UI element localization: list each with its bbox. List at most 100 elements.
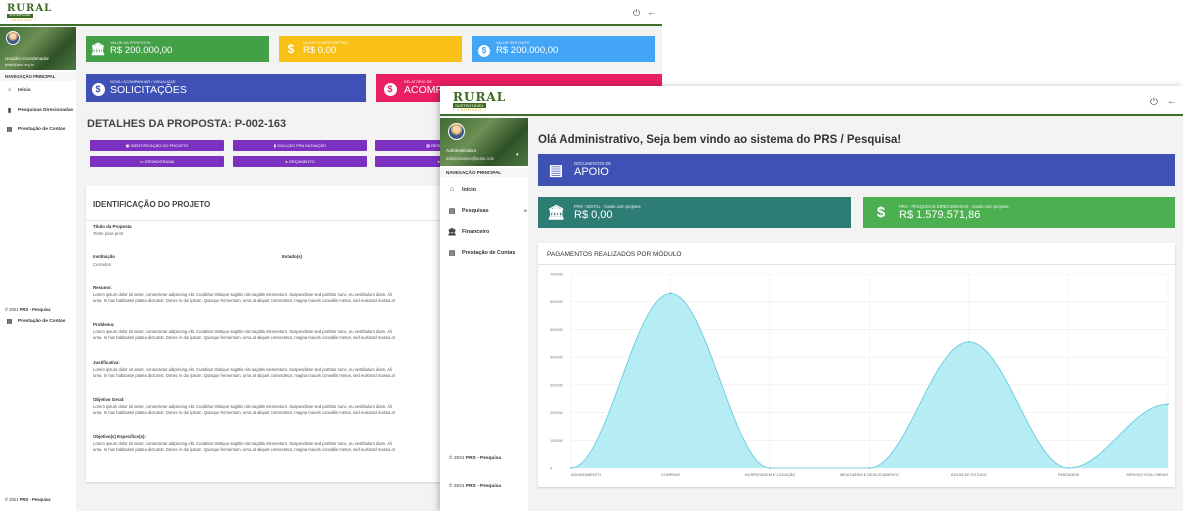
dollar-icon: $ <box>376 79 404 97</box>
footer-copyright-bottom: © 2021 PRS - Pesquisa <box>5 497 50 502</box>
section-label-problema: Problema: <box>93 322 115 327</box>
card-valor-proposta[interactable]: 🏛 VALOR DA PROPOSTA R$ 200.000,00 <box>86 36 269 62</box>
clipboard-icon: ▤ <box>448 208 456 215</box>
sidebar-item-label: Início <box>462 186 477 193</box>
profile-panel: Administrativo administrativo@teste.com … <box>440 118 528 166</box>
payments-area-chart: 0 100000 200000 300000 400000 500000 600000 700… <box>550 273 1169 477</box>
ledger-icon: ▤ <box>6 319 13 325</box>
card-label: PRS - PESQUISAS DIRECIONADAS - Gasto com… <box>899 203 1009 209</box>
bank-icon: 🏛 <box>447 229 457 236</box>
nav-header: NAVEGAÇÃO PRINCIPAL <box>0 72 76 81</box>
dollar-icon: $ <box>86 79 110 97</box>
card-value: R$ 200.000,00 <box>496 44 559 56</box>
sidebar-item-pesquisas-direcionadas[interactable]: ▮ Pesquisas Direcionadas <box>5 107 73 114</box>
field-label-instituicao: Instituição <box>93 254 115 259</box>
dollar-icon: $ <box>472 40 496 58</box>
x-tick-label: SERVIÇO E/OU OBRAS <box>1126 473 1168 477</box>
card-valor-restante[interactable]: $ VALOR RESTANTE R$ 200.000,00 <box>472 36 655 62</box>
power-icon[interactable]: ⏻ <box>633 8 640 19</box>
sidebar-item-prestacao-contas[interactable]: ▤ Prestação de Contas <box>5 126 66 133</box>
copyright-prefix: © 2021 <box>449 456 466 461</box>
logo-sub: • CERRADO • <box>7 17 37 22</box>
button-cronograma[interactable]: ▭ CRONOGRAMA <box>90 156 224 167</box>
power-icon[interactable]: ⏻ <box>1150 97 1158 108</box>
admin-screen: RURAL SUSTENTÁVEL • CERRADO • ⏻ ← Admini… <box>440 86 1183 511</box>
card-value: SOLICITAÇÕES <box>110 84 187 97</box>
card-prs-edital[interactable]: 🏛 PRS - EDITAL - Gasto com projetos R$ 0,… <box>538 197 851 228</box>
card-label: PRS - EDITAL - Gasto com projetos <box>574 203 641 209</box>
y-tick-label: 200000 <box>550 411 563 415</box>
sidebar-item-label: Prestação de Contas <box>18 319 66 324</box>
payments-chart-panel: PAGAMENTOS REALIZADOS POR MÓDULO 0 100000… <box>538 243 1175 487</box>
y-tick-label: 700000 <box>550 273 563 277</box>
y-tick-label: 300000 <box>550 383 563 387</box>
card-label: VALOR DA PROPOSTA <box>110 41 151 46</box>
field-value-instituicao: Cerrados <box>93 262 112 267</box>
home-icon: ⌂ <box>7 87 12 93</box>
proposal-title: DETALHES DA PROPOSTA: P-002-163 <box>87 118 287 130</box>
data-point <box>1067 467 1070 469</box>
sidebar-item-label: Pesquisas <box>462 208 489 214</box>
data-point <box>570 467 572 469</box>
copyright-brand: PRS - Pesquisa <box>19 497 51 502</box>
logout-arrow-icon[interactable]: ← <box>647 7 656 17</box>
copyright-brand: PRS - Pesquisa <box>465 484 502 489</box>
button-identificacao-projeto[interactable]: ▣ IDENTIFICAÇÃO DO PROJETO <box>90 140 224 151</box>
card-label: RELATÓRIO DE <box>404 79 432 84</box>
sidebar-item-label: Pesquisas Direcionadas <box>18 108 74 113</box>
card-value: R$ 200.000,00 <box>110 44 173 56</box>
button-label: ORÇAMENTO <box>288 159 315 164</box>
card-solicitacoes[interactable]: $ NOVA / ACOMPANHAR / VISUALIZAR SOLICITA… <box>86 74 366 102</box>
card-documentos-apoio[interactable]: ▤ DOCUMENTOS DE APOIO <box>538 154 1175 186</box>
sidebar-item-inicio[interactable]: ⌂ Início <box>5 87 31 93</box>
card-prs-pesquisas-direcionadas[interactable]: $ PRS - PESQUISAS DIRECIONADAS - Gasto c… <box>863 197 1175 228</box>
profile-panel: Usuário Coordenador teste@abc.org.br <box>0 27 76 70</box>
copyright-prefix: © 2021 <box>5 307 20 312</box>
sidebar-item-financeiro[interactable]: 🏛 Financeiro <box>447 228 527 236</box>
profile-name: Administrativo <box>446 149 477 154</box>
rural-sustentavel-logo[interactable]: RURAL SUSTENTÁVEL • CERRADO • <box>453 91 506 112</box>
card-label: VALOR COMPROMETIDO <box>303 41 349 46</box>
card-value: APOIO <box>574 166 609 179</box>
sidebar-item-inicio[interactable]: ⌂ Início <box>447 186 527 193</box>
card-label: NOVA / ACOMPANHAR / VISUALIZAR <box>110 79 176 84</box>
top-bar: RURAL SUSTENTÁVEL • CERRADO • ⏻ ← <box>440 86 1183 116</box>
bank-icon: 🏛 <box>547 204 565 220</box>
sidebar: Usuário Coordenador teste@abc.org.br NAV… <box>0 27 76 511</box>
sidebar-item-label: Prestação de Contas <box>18 127 66 132</box>
button-label: CRONOGRAMA <box>144 159 175 164</box>
ledger-icon: ▤ <box>6 127 13 133</box>
avatar[interactable] <box>448 123 465 140</box>
x-tick-label: MEIA DIÁRIA E DESLOCAMENTO <box>840 473 899 477</box>
sidebar-item-prestacao-contas[interactable]: ▤ Prestação de Contas <box>447 249 527 257</box>
footer-copyright-bottom: © 2021 PRS - Pesquisa <box>449 484 501 489</box>
data-point <box>968 341 970 343</box>
data-point <box>1167 403 1169 406</box>
card-value: R$ 0,00 <box>303 44 337 56</box>
button-orcamento[interactable]: ● ORÇAMENTO <box>233 156 367 167</box>
footer-nav-prestacao-contas[interactable]: ▤ Prestação de Contas <box>5 318 66 325</box>
profile-name: Usuário Coordenador <box>5 56 49 61</box>
copyright-brand: PRS - Pesquisa <box>465 456 502 461</box>
x-tick-label: ADIANTAMENTO <box>571 473 601 477</box>
dollar-icon: $ <box>287 42 295 56</box>
y-tick-label: 0 <box>550 467 552 471</box>
card-valor-comprometido[interactable]: $ VALOR COMPROMETIDO R$ 0,00 <box>279 36 462 62</box>
section-label-justificativa: Justificativa: <box>93 360 120 365</box>
y-tick-label: 400000 <box>550 356 563 360</box>
logout-arrow-icon[interactable]: ← <box>1167 96 1177 107</box>
copyright-prefix: © 2021 <box>449 484 466 489</box>
dollar-icon: $ <box>876 204 886 221</box>
card-value: R$ 1.579.571,86 <box>899 208 981 221</box>
logo-word: RURAL <box>453 90 507 104</box>
sidebar-item-label: Financeiro <box>462 229 490 235</box>
rural-sustentavel-logo[interactable]: RURAL SUSTENTÁVEL • CERRADO • <box>7 4 52 22</box>
chevron-down-icon[interactable]: ▾ <box>516 152 519 158</box>
chevron-right-icon: ▸ <box>524 208 527 214</box>
sidebar-item-pesquisas[interactable]: ▤ Pesquisas ▸ <box>447 207 527 215</box>
avatar[interactable] <box>6 31 20 45</box>
profile-email: teste@abc.org.br <box>5 63 35 67</box>
x-tick-label: HOSPEDAGEM E LOCAÇÃO <box>745 472 795 477</box>
logo-sub: • CERRADO • <box>453 108 487 113</box>
button-solucao-inovacao[interactable]: ▮ SOLIÇÃO PRA INOVAÇÃO <box>233 140 367 151</box>
